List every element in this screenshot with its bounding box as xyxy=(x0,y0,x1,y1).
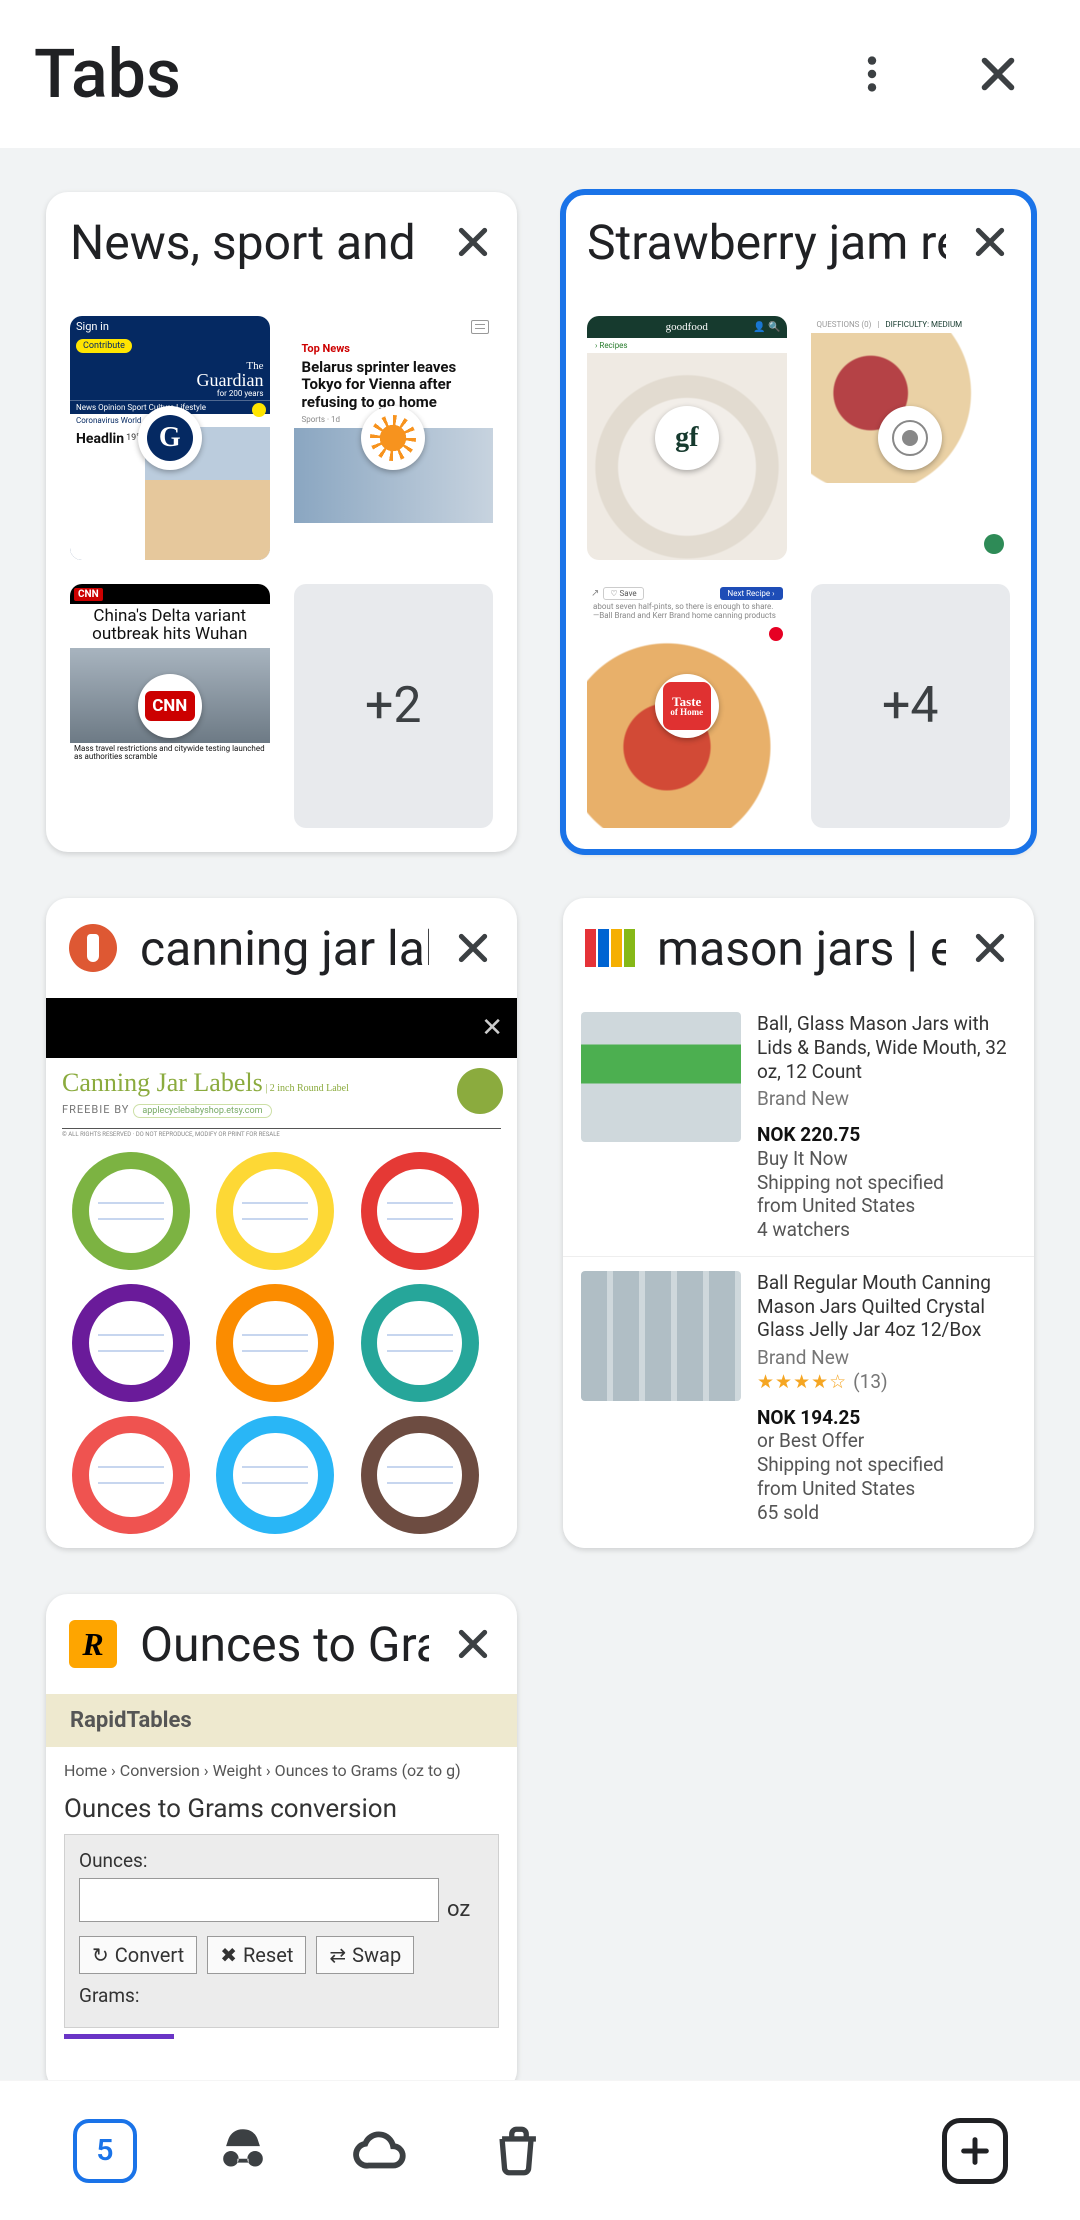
jar-label-swatch xyxy=(216,1284,334,1402)
ounces-input xyxy=(79,1878,439,1922)
listing-title: Ball Regular Mouth Canning Mason Jars Qu… xyxy=(757,1271,1016,1342)
tab-card-rapidtables[interactable]: R Ounces to Grams RapidTables Home › Con… xyxy=(46,1594,517,2092)
sky-news-icon xyxy=(361,406,425,470)
listing-price: NOK 220.75 xyxy=(757,1123,1016,1147)
close-icon xyxy=(970,222,1010,262)
grouped-tab-more[interactable]: +2 xyxy=(294,584,494,828)
jar-label-swatch xyxy=(72,1284,190,1402)
listing-thumbnail xyxy=(581,1271,741,1401)
close-tabs-button[interactable] xyxy=(950,26,1046,122)
incognito-tabs-button[interactable] xyxy=(208,2116,278,2186)
tab-card-header: mason jars | eBay xyxy=(563,898,1034,998)
tab-count-icon: 5 xyxy=(73,2119,137,2183)
tab-card-body: ✕ Canning Jar Labels | 2 inch Round Labe… xyxy=(46,998,517,1548)
close-icon xyxy=(975,51,1021,97)
ebay-listing: Ball Regular Mouth Canning Mason Jars Qu… xyxy=(563,1256,1034,1539)
appbar-title: Tabs xyxy=(34,34,794,114)
listing-title: Ball, Glass Mason Jars with Lids & Bands… xyxy=(757,1012,1016,1083)
cloud-icon xyxy=(352,2122,410,2180)
goodfood-icon: gf xyxy=(655,406,719,470)
close-icon xyxy=(453,222,493,262)
guardian-icon: G xyxy=(138,406,202,470)
grouped-tab-thumbnail[interactable]: Sign in Contribute TheGuardian for 200 y… xyxy=(70,316,270,560)
bottom-toolbar: 5 xyxy=(0,2080,1080,2220)
tab-card-header: canning jar labels xyxy=(46,898,517,998)
tab-group-card-jam[interactable]: Strawberry jam recipes goodfood👤 🔍 › Rec… xyxy=(563,192,1034,852)
ebay-listing: Ball, Glass Mason Jars with Lids & Bands… xyxy=(563,998,1034,1256)
tab-card-body: Ball, Glass Mason Jars with Lids & Bands… xyxy=(563,998,1034,1548)
incognito-icon xyxy=(214,2122,272,2180)
tab-close-button[interactable] xyxy=(946,904,1034,992)
duckduckgo-icon xyxy=(64,919,122,977)
tab-close-button[interactable] xyxy=(946,198,1034,286)
jar-label-swatch xyxy=(72,1152,190,1270)
tab-card-body: Sign in Contribute TheGuardian for 200 y… xyxy=(46,292,517,852)
jar-label-swatch xyxy=(216,1416,334,1534)
close-all-tabs-button[interactable] xyxy=(484,2116,554,2186)
grouped-tab-thumbnail[interactable]: Top News Belarus sprinter leaves Tokyo f… xyxy=(294,316,494,560)
grouped-tab-thumbnail[interactable]: goodfood👤 🔍 › Recipes gf xyxy=(587,316,787,560)
tab-card-title: News, sport and opinion xyxy=(70,214,429,271)
tab-card-header: Strawberry jam recipes xyxy=(563,192,1034,292)
jar-label-swatch xyxy=(361,1152,479,1270)
cnn-icon: CNN xyxy=(138,674,202,738)
swap-button: ⇄Swap xyxy=(316,1936,414,1974)
jar-label-swatch xyxy=(216,1152,334,1270)
grouped-tab-more[interactable]: +4 xyxy=(811,584,1011,828)
grouped-tab-thumbnail[interactable]: CNN China's Delta variant outbreak hits … xyxy=(70,584,270,828)
star-rating-icon: ★★★★☆ xyxy=(757,1370,847,1393)
tab-group-card-news[interactable]: News, sport and opinion Sign in Contribu… xyxy=(46,192,517,852)
tab-close-button[interactable] xyxy=(429,198,517,286)
convert-button: ↻Convert xyxy=(79,1936,197,1974)
jar-label-swatch xyxy=(361,1416,479,1534)
tab-card-body: RapidTables Home › Conversion › Weight ›… xyxy=(46,1694,517,2092)
tab-card-canning[interactable]: canning jar labels ✕ Canning Jar Labels … xyxy=(46,898,517,1548)
close-icon xyxy=(970,928,1010,968)
tab-card-header: News, sport and opinion xyxy=(46,192,517,292)
tab-card-title: mason jars | eBay xyxy=(657,920,946,977)
more-vert-icon xyxy=(849,51,895,97)
tab-card-title: canning jar labels xyxy=(140,920,429,977)
tab-card-title: Strawberry jam recipes xyxy=(587,214,946,271)
rapidtables-icon: R xyxy=(64,1615,122,1673)
listing-thumbnail xyxy=(581,1012,741,1142)
tab-card-ebay[interactable]: mason jars | eBay Ball, Glass Mason Jars… xyxy=(563,898,1034,1548)
tasteofhome-icon: Tasteof Home xyxy=(655,674,719,738)
new-tab-button[interactable] xyxy=(940,2116,1010,2186)
appbar: Tabs xyxy=(0,0,1080,148)
synced-tabs-button[interactable] xyxy=(346,2116,416,2186)
trash-icon xyxy=(490,2122,548,2180)
tab-card-header: R Ounces to Grams xyxy=(46,1594,517,1694)
tab-close-button[interactable] xyxy=(429,1600,517,1688)
listing-price: NOK 194.25 xyxy=(757,1406,1016,1430)
grouped-tab-thumbnail[interactable]: QUESTIONS (0)|DIFFICULTY: MEDIUM xyxy=(811,316,1011,560)
new-tab-icon xyxy=(942,2118,1008,2184)
site-icon xyxy=(878,406,942,470)
tab-card-body: goodfood👤 🔍 › Recipes gf QUESTIONS (0)|D… xyxy=(563,292,1034,852)
tab-close-button[interactable] xyxy=(429,904,517,992)
ebay-icon xyxy=(581,919,639,977)
tab-card-title: Ounces to Grams xyxy=(140,1616,429,1673)
reset-button: ✖Reset xyxy=(207,1936,306,1974)
jar-label-swatch xyxy=(72,1416,190,1534)
tab-grid-area: News, sport and opinion Sign in Contribu… xyxy=(0,148,1080,2080)
label-grid xyxy=(46,1138,517,1548)
more-options-button[interactable] xyxy=(824,26,920,122)
tab-count-button[interactable]: 5 xyxy=(70,2116,140,2186)
grouped-tab-thumbnail[interactable]: ↗♡ SaveNext Recipe › about seven half-pi… xyxy=(587,584,787,828)
close-icon xyxy=(453,928,493,968)
overlay-close-icon: ✕ xyxy=(481,1013,503,1043)
close-icon xyxy=(453,1624,493,1664)
tab-grid: News, sport and opinion Sign in Contribu… xyxy=(46,192,1034,2092)
jar-label-swatch xyxy=(361,1284,479,1402)
